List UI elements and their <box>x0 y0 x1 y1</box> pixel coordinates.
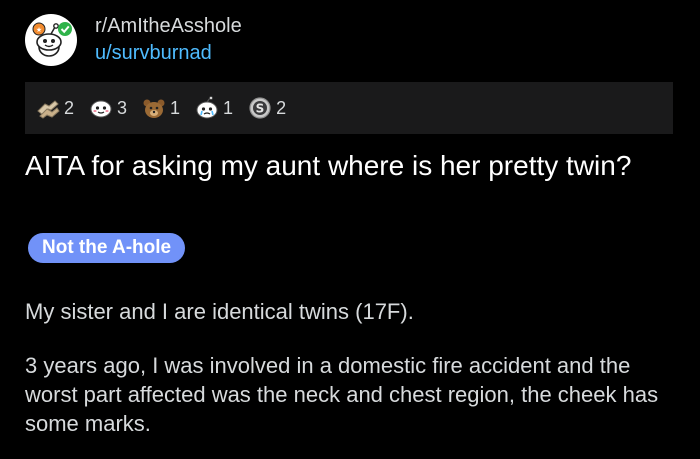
bear-award-icon <box>143 99 165 118</box>
helping-hand-award-icon <box>37 100 60 119</box>
post-meta: r/AmItheAsshole u/survburnad <box>95 14 242 66</box>
post-title[interactable]: AITA for asking my aunt where is her pre… <box>25 148 675 184</box>
svg-text:★: ★ <box>36 26 42 34</box>
wholesome-award-icon <box>90 100 112 118</box>
snoo-icon: ★ <box>32 22 72 57</box>
award-silver[interactable]: S 2 <box>247 96 286 120</box>
award-count: 1 <box>170 97 181 118</box>
awards-bar[interactable]: 2 3 1 1 S 2 <box>25 82 673 134</box>
award-bear[interactable]: 1 <box>141 96 180 120</box>
award-count: 2 <box>276 97 287 118</box>
snoo-tears-award-icon <box>196 96 218 119</box>
award-wholesome[interactable]: 3 <box>88 96 127 120</box>
post-flair[interactable]: Not the A-hole <box>28 233 186 263</box>
subreddit-avatar[interactable]: ★ <box>25 14 77 66</box>
award-count: 3 <box>117 97 128 118</box>
award-helping-hand[interactable]: 2 <box>35 96 74 120</box>
award-count: 1 <box>223 97 234 118</box>
svg-text:S: S <box>256 102 265 116</box>
post-paragraph: 3 years ago, I was involved in a domesti… <box>25 353 659 436</box>
post-header: ★ r/AmItheAsshole u/survburnad <box>25 14 242 66</box>
silver-award-icon: S <box>249 97 271 119</box>
author-username[interactable]: u/survburnad <box>95 40 242 66</box>
award-count: 2 <box>64 97 75 118</box>
award-snoo-tears[interactable]: 1 <box>194 96 233 120</box>
post-paragraph: My sister and I are identical twins (17F… <box>25 299 414 324</box>
subreddit-name[interactable]: r/AmItheAsshole <box>95 14 242 38</box>
